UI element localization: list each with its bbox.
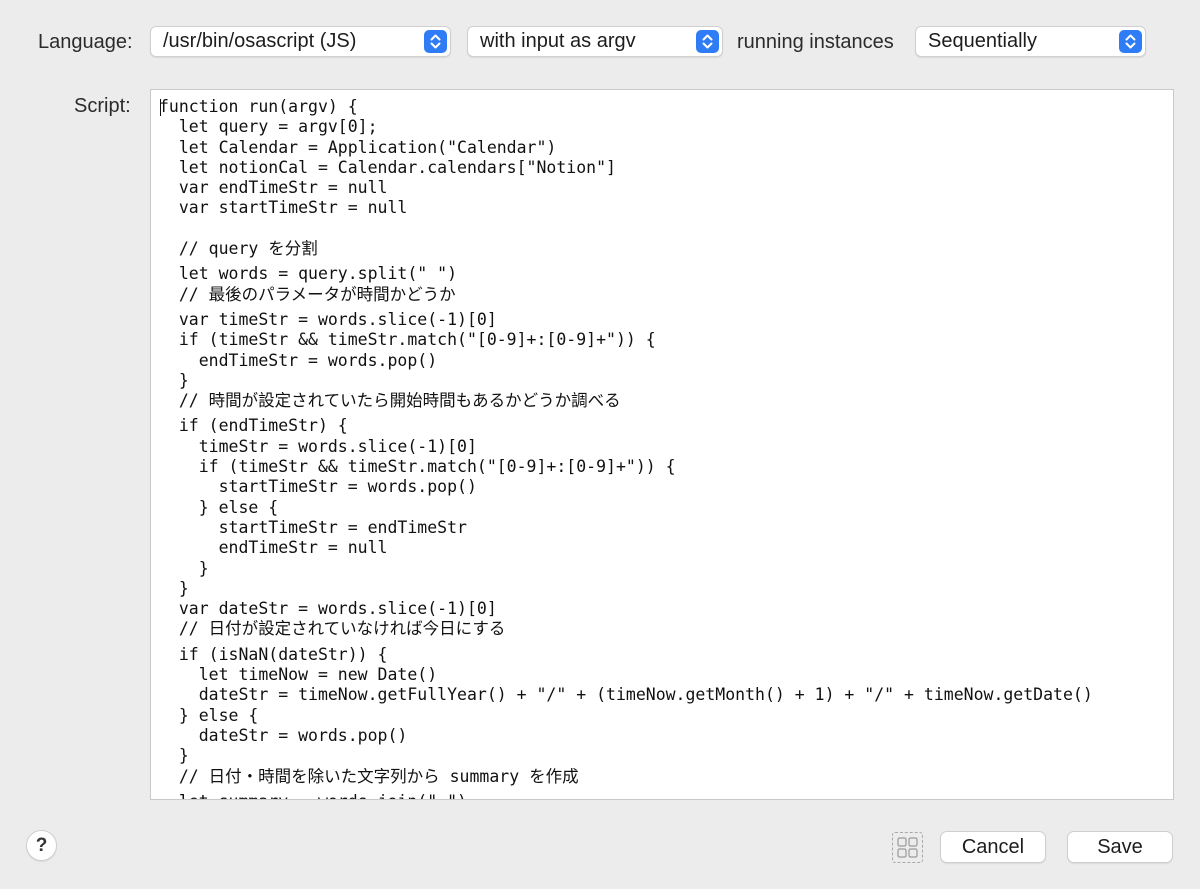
running-instances-label: running instances — [737, 31, 894, 53]
script-editor[interactable]: function run(argv) { let query = argv[0]… — [150, 89, 1174, 800]
save-button[interactable]: Save — [1067, 831, 1173, 863]
script-label: Script: — [74, 95, 131, 117]
code-line: startTimeStr = endTimeStr — [159, 517, 467, 537]
code-line: } — [159, 370, 189, 390]
code-line: let words = query.split(" ") — [159, 264, 458, 284]
cancel-button[interactable]: Cancel — [940, 831, 1046, 863]
script-code: function run(argv) { let query = argv[0]… — [159, 97, 1093, 799]
code-line: timeStr = words.slice(-1)[0] — [159, 436, 477, 456]
grid-icon[interactable] — [892, 832, 923, 863]
code-line: dateStr = timeNow.getFullYear() + "/" + … — [159, 685, 1093, 705]
code-line: // query を分割 — [159, 239, 318, 259]
code-line: var timeStr = words.slice(-1)[0] — [159, 309, 497, 329]
code-line: } — [159, 558, 209, 578]
code-line: } else { — [159, 497, 279, 517]
code-line: // 日付・時間を除いた文字列から summary を作成 — [159, 766, 579, 786]
code-line: let notionCal = Calendar.calendars["Noti… — [159, 157, 616, 177]
code-line: } else { — [159, 705, 259, 725]
input-mode-select[interactable]: with input as argv — [467, 26, 723, 57]
code-line: endTimeStr = words.pop() — [159, 350, 438, 370]
code-line: startTimeStr = words.pop() — [159, 477, 477, 497]
code-line: } — [159, 578, 189, 598]
code-line: // 日付が設定されていなければ今日にする — [159, 619, 506, 639]
code-line: // 時間が設定されていたら開始時間もあるかどうか調べる — [159, 391, 621, 411]
code-line: } — [159, 746, 189, 766]
code-line: var startTimeStr = null — [159, 198, 408, 218]
code-line: if (endTimeStr) { — [159, 416, 348, 436]
code-line: let Calendar = Application("Calendar") — [159, 137, 557, 157]
help-button[interactable]: ? — [26, 830, 57, 861]
language-select[interactable]: /usr/bin/osascript (JS) — [150, 26, 451, 57]
running-instances-select-value: Sequentially — [928, 30, 1037, 52]
chevron-up-down-icon — [1119, 30, 1142, 53]
code-line: var dateStr = words.slice(-1)[0] — [159, 599, 497, 619]
running-instances-select[interactable]: Sequentially — [915, 26, 1146, 57]
code-line: dateStr = words.pop() — [159, 725, 408, 745]
code-line: if (isNaN(dateStr)) { — [159, 644, 388, 664]
chevron-up-down-icon — [424, 30, 447, 53]
code-line: endTimeStr = null — [159, 538, 388, 558]
code-line: function run(argv) { — [159, 97, 358, 116]
chevron-up-down-icon — [696, 30, 719, 53]
code-line: let query = argv[0]; — [159, 117, 378, 137]
input-mode-select-value: with input as argv — [480, 30, 636, 52]
code-line: if (timeStr && timeStr.match("[0-9]+:[0-… — [159, 330, 656, 350]
code-line: let timeNow = new Date() — [159, 665, 438, 685]
code-line: var endTimeStr = null — [159, 178, 388, 198]
code-line: // 最後のパラメータが時間かどうか — [159, 284, 456, 304]
code-line: let summary = words.join(" ") — [159, 792, 1093, 799]
language-label: Language: — [38, 31, 133, 53]
language-select-value: /usr/bin/osascript (JS) — [163, 30, 357, 52]
code-line: if (timeStr && timeStr.match("[0-9]+:[0-… — [159, 457, 676, 477]
